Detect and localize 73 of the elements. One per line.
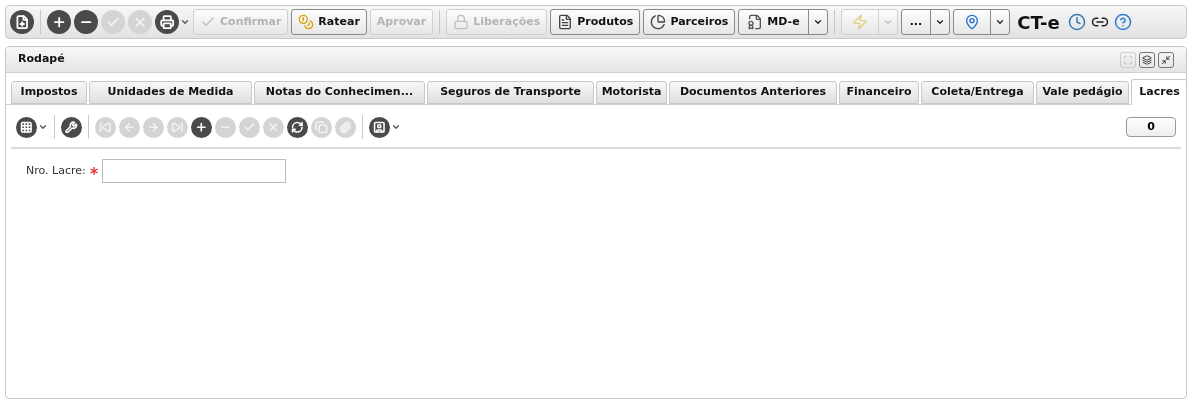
toolbar-button[interactable]: Produtos xyxy=(550,9,641,35)
caret-icon xyxy=(180,17,190,27)
new-document-icon xyxy=(10,10,34,34)
attach-icon xyxy=(335,116,356,138)
next-icon xyxy=(143,116,164,138)
tab[interactable]: Documentos Anteriores xyxy=(669,81,837,104)
add-icon xyxy=(47,10,71,34)
maximize-icon xyxy=(1123,54,1133,65)
lock-icon xyxy=(453,14,470,30)
first-icon xyxy=(95,116,116,138)
toolbar-button[interactable]: Ratear xyxy=(291,9,367,35)
check-icon xyxy=(101,10,125,34)
module-title: CT-e xyxy=(1016,10,1061,35)
toolbar-button[interactable]: Parceiros xyxy=(643,9,736,35)
coins-icon xyxy=(298,14,315,30)
map-pin-icon xyxy=(964,14,981,30)
record-count: 0 xyxy=(1126,117,1176,137)
minimize-icon xyxy=(1161,54,1171,65)
user-document-icon xyxy=(369,116,390,138)
check-icon xyxy=(239,116,260,138)
columns-menu-button[interactable] xyxy=(16,116,48,138)
last-icon xyxy=(167,116,188,138)
caret-icon xyxy=(38,122,48,132)
caret-icon xyxy=(935,17,946,27)
columns-icon xyxy=(16,116,37,138)
input-field[interactable] xyxy=(101,159,286,183)
previous-icon xyxy=(119,116,140,138)
remove-icon xyxy=(215,116,236,138)
remove-icon xyxy=(74,10,98,34)
settings-button[interactable] xyxy=(61,116,82,138)
tab[interactable]: Motorista xyxy=(596,81,667,104)
tab[interactable]: Coleta/Entrega xyxy=(921,81,1034,104)
panel-title: Rodapé xyxy=(18,51,66,68)
lightning-icon xyxy=(851,14,868,30)
tab[interactable]: Vale pedágio xyxy=(1036,81,1129,104)
tab[interactable]: Seguros de Transporte xyxy=(427,81,594,104)
close-icon xyxy=(263,116,284,138)
user-document-menu-button[interactable] xyxy=(369,116,401,138)
pie-chart-icon xyxy=(650,14,667,30)
caret-icon xyxy=(995,17,1006,27)
split-button[interactable]: MD-e xyxy=(738,9,828,35)
remove-button[interactable] xyxy=(74,10,98,34)
split-button[interactable] xyxy=(953,9,1011,35)
help-icon xyxy=(1113,13,1132,31)
add-icon xyxy=(191,116,212,138)
document-icon xyxy=(557,14,574,30)
tab[interactable]: Impostos xyxy=(11,81,87,104)
tab[interactable]: Notas do Conhecimen... xyxy=(254,81,425,104)
printer-menu-button[interactable] xyxy=(155,10,190,34)
copy-icon xyxy=(311,116,332,138)
caret-icon xyxy=(391,122,401,132)
printer-icon xyxy=(155,10,179,34)
restore-button[interactable] xyxy=(1139,51,1155,68)
document-badge-icon xyxy=(747,14,764,30)
layers-icon xyxy=(1142,54,1152,65)
add-button[interactable] xyxy=(47,10,71,34)
new-document-button[interactable] xyxy=(10,10,34,34)
refresh-button[interactable] xyxy=(287,116,308,138)
add-button[interactable] xyxy=(191,116,212,138)
field-label: Nro. Lacre: xyxy=(26,162,86,179)
caret-icon xyxy=(812,17,823,27)
help-button[interactable] xyxy=(1112,13,1133,31)
close-icon xyxy=(128,10,152,34)
split-button[interactable]: ... xyxy=(900,9,951,35)
tab[interactable]: Financeiro xyxy=(839,81,919,104)
minimize-button[interactable] xyxy=(1158,51,1174,68)
settings-icon xyxy=(61,116,82,138)
refresh-icon xyxy=(287,116,308,138)
tab[interactable]: Lacres xyxy=(1131,79,1186,105)
tab[interactable]: Unidades de Medida xyxy=(89,81,252,104)
caret-icon xyxy=(882,17,893,27)
clock-button[interactable] xyxy=(1066,13,1087,31)
clock-icon xyxy=(1067,13,1086,31)
